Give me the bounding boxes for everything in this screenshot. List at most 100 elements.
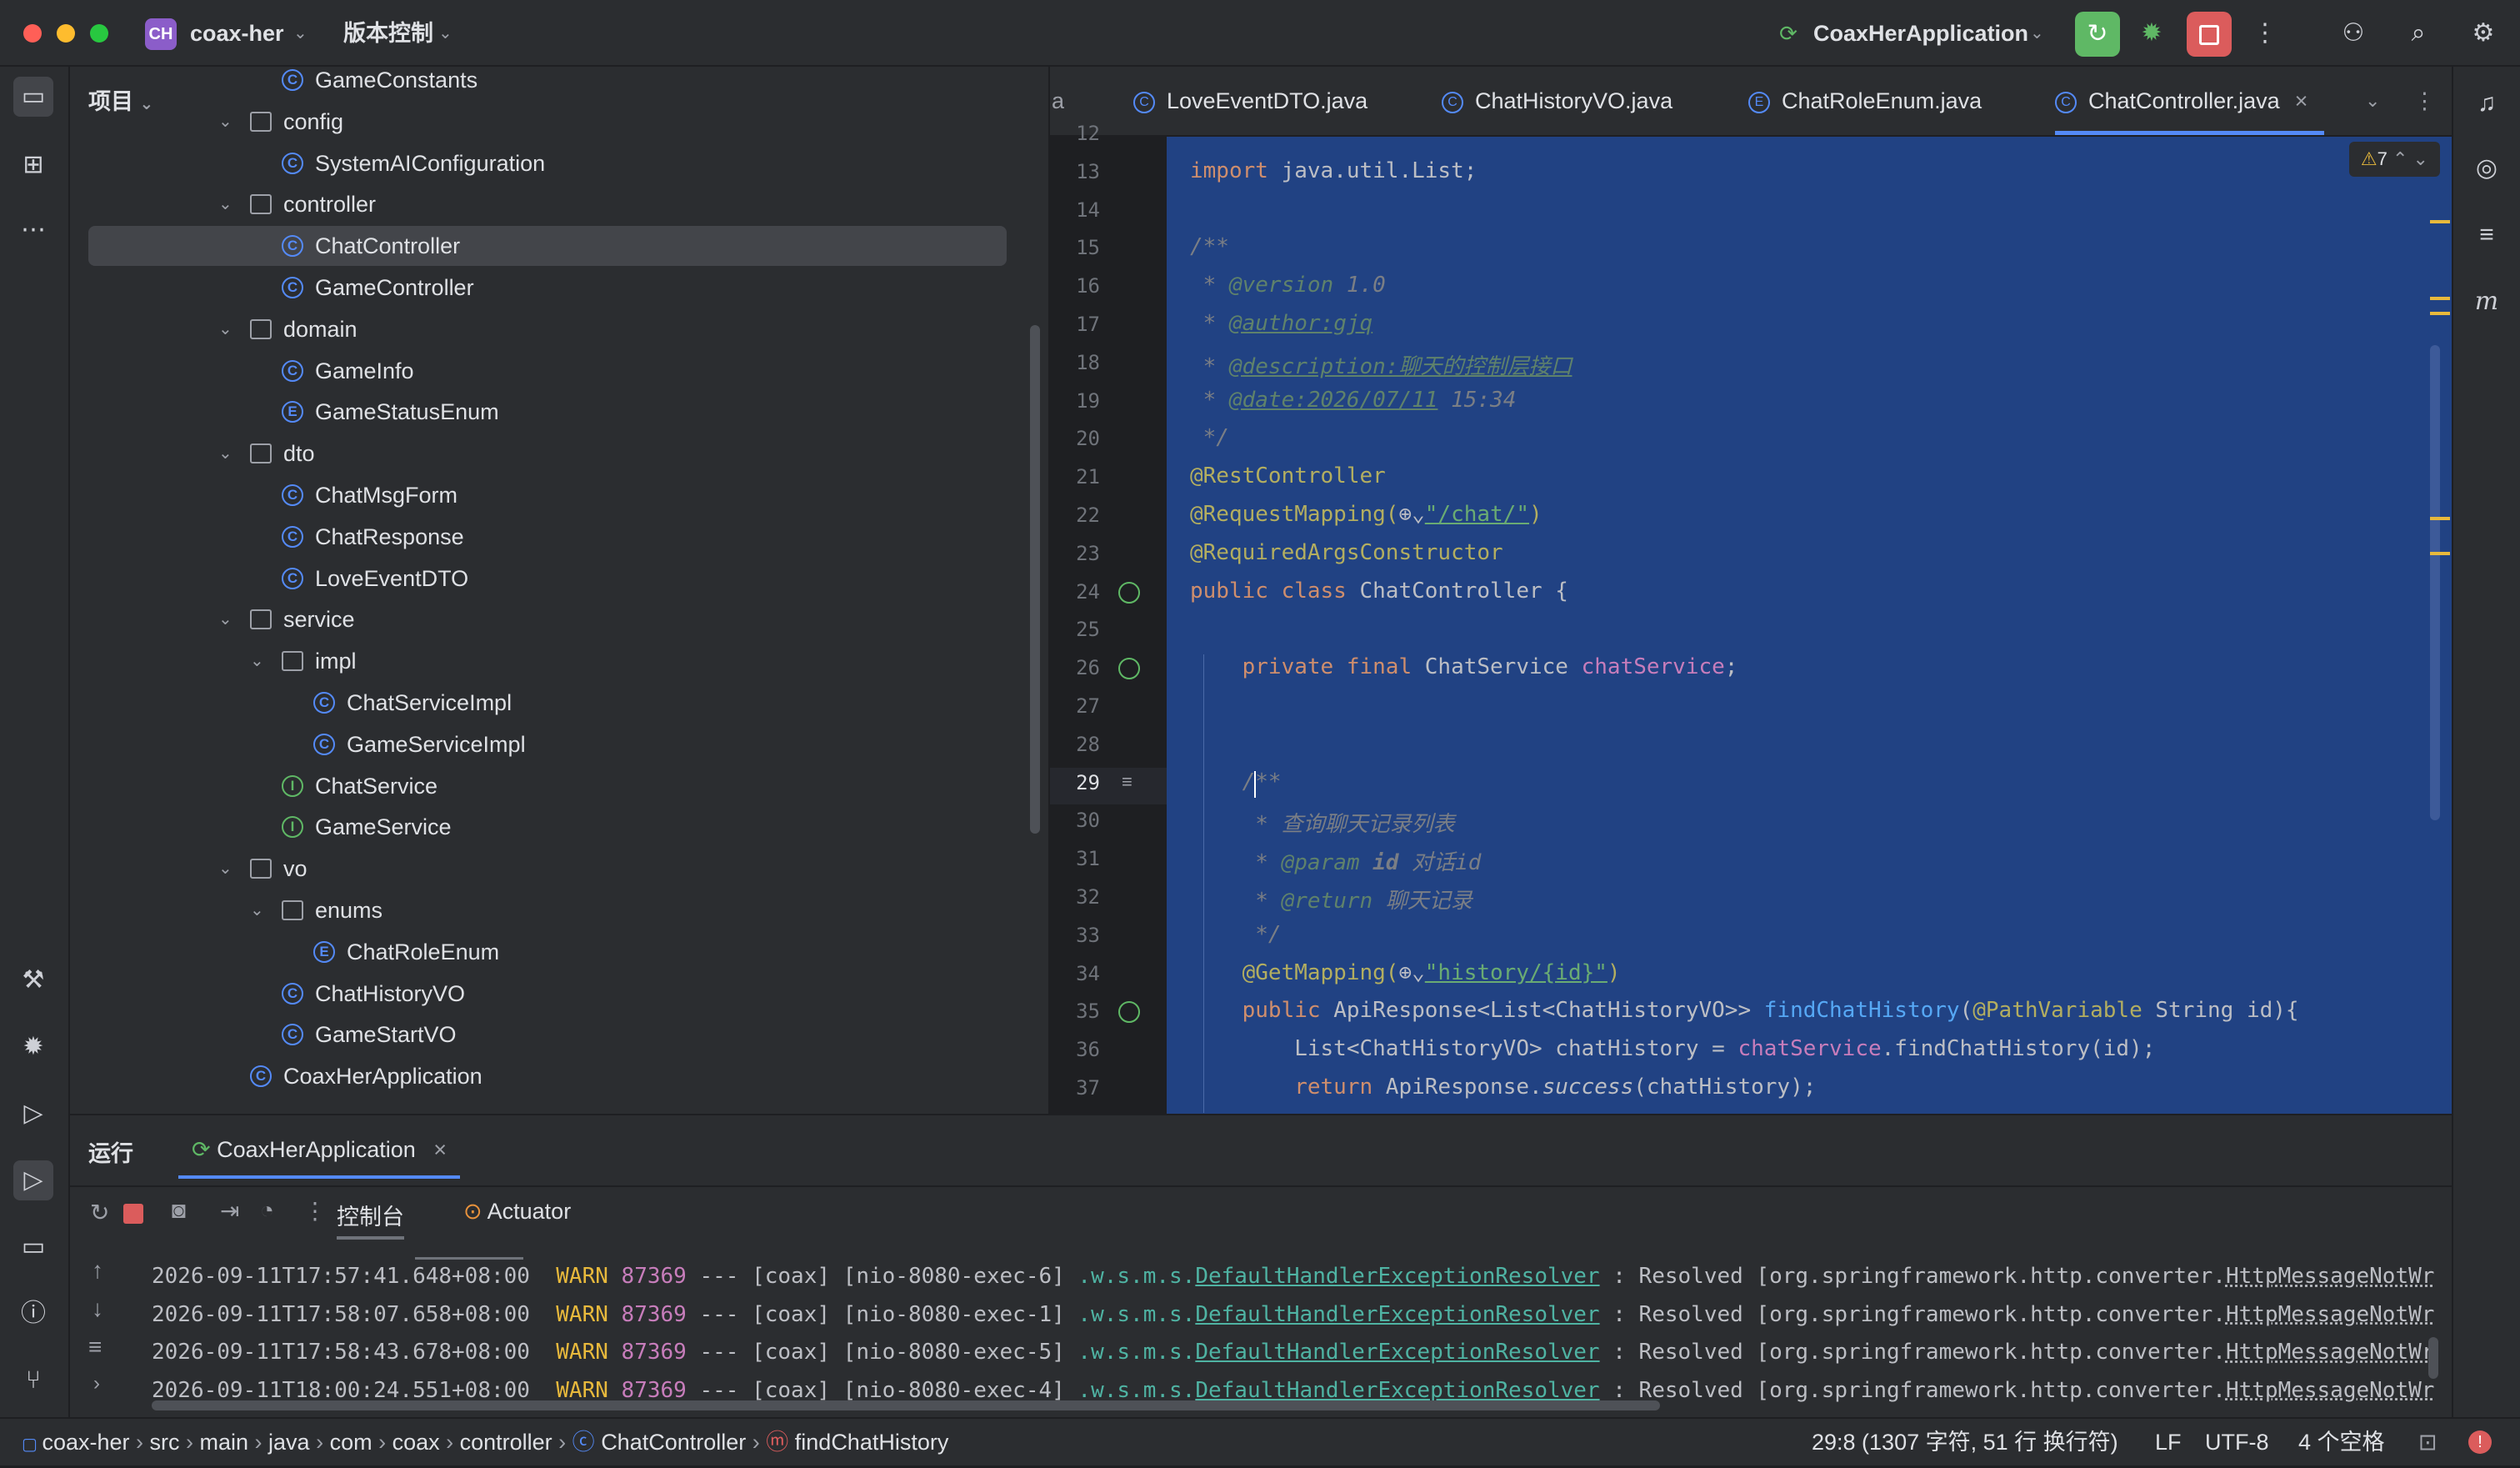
structure-icon[interactable]: ⊞ (13, 145, 53, 185)
debug-bug-icon[interactable]: ✹ (13, 1027, 53, 1067)
scrollbar-marker[interactable] (2430, 297, 2450, 300)
tree-item[interactable]: C GameController (70, 268, 1050, 308)
breadcrumb-item[interactable]: ChatController (601, 1430, 746, 1455)
console-v-scrollbar[interactable] (2428, 1337, 2438, 1379)
project-name[interactable]: coax-her (190, 0, 284, 67)
caret-position[interactable]: 29:8 (1307 字符, 51 行 换行符) (1812, 1419, 2118, 1465)
tree-item[interactable]: C LoveEventDTO (70, 559, 1050, 599)
log-cls[interactable]: DefaultHandlerExceptionResolver (1195, 1264, 1599, 1289)
breadcrumb-item[interactable]: main (200, 1430, 249, 1455)
tree-item[interactable]: ⌄ vo (70, 849, 1050, 889)
gauge-icon[interactable]: ◔ (260, 1197, 274, 1224)
scrollbar-marker[interactable] (2430, 312, 2450, 315)
tree-item[interactable]: C GameConstants (70, 60, 1050, 100)
tree-item[interactable]: ⌄ enums (70, 890, 1050, 930)
tab-chatroleenum[interactable]: E ChatRoleEnum.java (1748, 67, 1982, 135)
settings-gear-icon[interactable]: ⚙ (2467, 17, 2500, 50)
git-branch-icon[interactable]: ⑂ (13, 1360, 53, 1400)
run-tab-coaxherapplication[interactable]: ⟳ CoaxHerApplication × (178, 1127, 461, 1179)
more-vertical-icon[interactable]: ⋮ (303, 1197, 327, 1225)
build-hammer-icon[interactable]: ⚒ (13, 960, 53, 1000)
debug-icon[interactable]: ✹ (2135, 17, 2168, 50)
console-h-scrollbar[interactable] (152, 1400, 1660, 1410)
tree-item[interactable]: E ChatRoleEnum (70, 932, 1050, 972)
chevron-down-icon[interactable]: ⌄ (218, 433, 232, 473)
breadcrumb-item[interactable]: coax-her (42, 1430, 129, 1455)
tree-item[interactable]: C ChatServiceImpl (70, 683, 1050, 723)
tree-item[interactable]: C ChatController (88, 226, 1007, 267)
log-cls[interactable]: DefaultHandlerExceptionResolver (1195, 1302, 1599, 1327)
bean-gutter-icon[interactable] (1118, 658, 1140, 680)
tree-item[interactable]: ⌄ dto (70, 433, 1050, 473)
breadcrumb-item[interactable]: coax (392, 1430, 440, 1455)
tree-item[interactable]: C ChatResponse (70, 517, 1050, 557)
maven-icon[interactable]: m (2467, 282, 2507, 322)
search-icon[interactable]: ⌕ (2402, 17, 2435, 50)
tree-item[interactable]: C ChatMsgForm (70, 475, 1050, 515)
notifications-bell-icon[interactable]: ♫ (2467, 83, 2507, 123)
tree-item[interactable]: C GameInfo (70, 351, 1050, 391)
render-doc-icon[interactable]: ≡ (1122, 771, 1132, 793)
run-gutter-icon[interactable] (1118, 581, 1140, 604)
breadcrumb-item[interactable]: java (268, 1430, 310, 1455)
console-tab[interactable]: 控制台 (337, 1199, 404, 1240)
tree-item[interactable]: I ChatService (70, 766, 1050, 806)
chevron-down-icon[interactable]: ⌄ (218, 184, 232, 224)
lock-icon[interactable]: ⊡ (2418, 1419, 2438, 1465)
breadcrumb-item[interactable]: controller (460, 1430, 552, 1455)
log-cls[interactable]: DefaultHandlerExceptionResolver (1195, 1340, 1599, 1365)
scrollbar-marker[interactable] (2430, 552, 2450, 555)
tree-item[interactable]: ⌄ impl (70, 641, 1050, 681)
more-horizontal-icon[interactable]: ⋯ (13, 210, 53, 250)
tabs-dropdown-icon[interactable]: ⌄ (2365, 67, 2380, 135)
code-editor[interactable]: ⚠7 ⌃ ⌄ import java.util.List; /** * @vers… (1167, 137, 2452, 1138)
tab-loveeventdto[interactable]: C LoveEventDTO.java (1133, 67, 1368, 135)
indent-setting[interactable]: 4 个空格 (2298, 1419, 2385, 1465)
chevron-down-icon[interactable]: ⌄ (218, 102, 232, 142)
run-config-selector[interactable]: CoaxHerApplication (1813, 0, 2028, 67)
services-icon[interactable]: ▷ (13, 1094, 53, 1134)
breadcrumb-item[interactable]: com (330, 1430, 372, 1455)
tree-item[interactable]: C CoaxHerApplication (70, 1056, 1050, 1096)
minimize-window-button[interactable] (57, 24, 75, 43)
close-window-button[interactable] (23, 24, 42, 43)
tree-item[interactable]: C GameServiceImpl (70, 724, 1050, 764)
breadcrumb-item[interactable]: src (150, 1430, 180, 1455)
chevron-down-icon[interactable]: ⌄ (250, 890, 264, 930)
soft-wrap-icon[interactable]: ≡ (88, 1334, 102, 1360)
more-vertical-icon[interactable]: ⋮ (2248, 17, 2282, 50)
mapping-gutter-icon[interactable] (1118, 1001, 1140, 1024)
line-separator[interactable]: LF (2155, 1419, 2182, 1465)
terminal-icon[interactable]: ▭ (13, 1227, 53, 1267)
vcs-menu[interactable]: 版本控制 (343, 0, 433, 67)
chevron-down-icon[interactable]: ⌄ (250, 641, 264, 681)
inspection-widget[interactable]: ⚠7 ⌃ ⌄ (2348, 142, 2440, 177)
log-cls[interactable]: DefaultHandlerExceptionResolver (1195, 1378, 1599, 1403)
restore-layout-icon[interactable]: ⇥ (220, 1197, 239, 1225)
database-icon[interactable]: ≡ (2467, 215, 2507, 255)
stop-icon[interactable] (123, 1204, 143, 1224)
tree-item[interactable]: ⌄ config (70, 102, 1050, 142)
rerun-icon[interactable]: ↻ (90, 1199, 109, 1226)
tree-item[interactable]: ⌄ service (70, 599, 1050, 639)
tree-item[interactable]: C GameStartVO (70, 1015, 1050, 1055)
ai-assistant-icon[interactable]: ◎ (2467, 148, 2507, 188)
camera-icon[interactable]: ◙ (172, 1197, 186, 1224)
tree-item[interactable]: I GameService (70, 807, 1050, 847)
editor-scrollbar[interactable] (2430, 345, 2440, 820)
project-badge[interactable]: CH (145, 18, 177, 50)
tree-item[interactable]: C ChatHistoryVO (70, 974, 1050, 1014)
tree-item[interactable]: ⌄ domain (70, 309, 1050, 349)
rerun-button[interactable]: ↻ (2075, 12, 2120, 57)
chevron-down-icon[interactable]: ⌄ (218, 849, 232, 889)
breadcrumb-item[interactable]: findChatHistory (795, 1430, 949, 1455)
tree-item[interactable]: C SystemAIConfiguration (70, 143, 1050, 183)
scroll-up-icon[interactable]: ↑ (92, 1257, 103, 1284)
chevron-down-icon[interactable]: ⌄ (218, 599, 232, 639)
run-icon[interactable]: ▷ (13, 1160, 53, 1200)
scrollbar-marker[interactable] (2430, 517, 2450, 520)
close-tab-icon[interactable]: × (433, 1137, 447, 1162)
close-tab-icon[interactable]: × (2295, 88, 2308, 113)
file-encoding[interactable]: UTF-8 (2205, 1419, 2269, 1465)
tree-item[interactable]: ⌄ controller (70, 184, 1050, 224)
